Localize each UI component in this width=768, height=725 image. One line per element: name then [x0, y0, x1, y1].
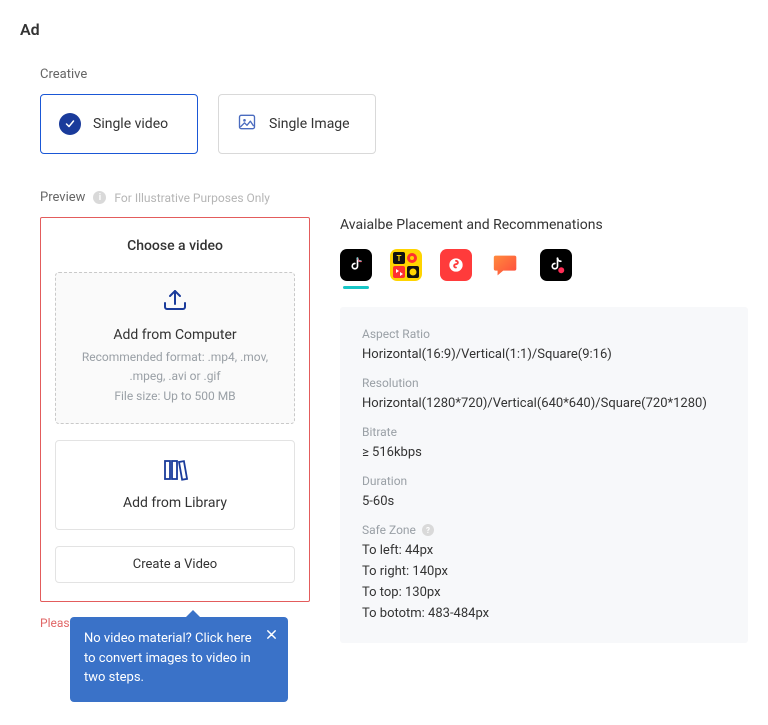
duration-label: Duration — [362, 474, 726, 488]
placement-icon-helo[interactable] — [440, 249, 472, 281]
safezone-left: To left: 44px — [362, 543, 726, 558]
placement-icon-tiktok[interactable] — [340, 249, 372, 281]
image-icon — [237, 112, 257, 136]
choose-a-video-title: Choose a video — [55, 238, 295, 254]
safezone-top: To top: 130px — [362, 585, 726, 600]
upload-icon — [70, 287, 280, 317]
tooltip-text: No video material? Click here to convert… — [84, 631, 252, 685]
safezone-label: Safe Zone ? — [362, 523, 726, 537]
create-video-label: Create a Video — [133, 557, 217, 572]
safezone-right: To right: 140px — [362, 564, 726, 579]
add-from-library-button[interactable]: Add from Library — [55, 440, 295, 530]
resolution-label: Resolution — [362, 376, 726, 390]
placement-icon-chat[interactable] — [490, 249, 522, 281]
preview-label: Preview — [40, 190, 85, 205]
creative-option-label: Single Image — [269, 116, 350, 132]
create-video-tooltip: No video material? Click here to convert… — [70, 617, 288, 702]
close-icon[interactable] — [262, 625, 280, 643]
page-title: Ad — [20, 20, 748, 39]
placement-icon-topbuzz[interactable]: T — [390, 249, 422, 281]
placement-icons-row: T — [340, 249, 748, 281]
preview-box: Choose a video Add from Computer Recomme… — [40, 217, 310, 602]
placement-icon-tiktok-alt[interactable] — [540, 249, 572, 281]
safezone-bottom: To bototm: 483-484px — [362, 606, 726, 621]
creative-option-single-video[interactable]: Single video — [40, 94, 198, 154]
aspect-ratio-label: Aspect Ratio — [362, 327, 726, 341]
bitrate-label: Bitrate — [362, 425, 726, 439]
create-video-button[interactable]: Create a Video — [55, 546, 295, 583]
info-icon: ? — [422, 524, 434, 536]
upload-hint-line2: .mpeg, .avi or .gif — [70, 368, 280, 385]
creative-options: Single video Single Image — [20, 94, 748, 154]
library-icon — [68, 459, 282, 485]
creative-option-label: Single video — [93, 116, 168, 132]
check-icon — [59, 113, 81, 135]
placements-title: Avaialbe Placement and Recommenations — [340, 217, 748, 233]
preview-header: Preview i For Illustrative Purposes Only — [20, 190, 748, 205]
preview-hint: For Illustrative Purposes Only — [114, 191, 270, 205]
duration-value: 5-60s — [362, 494, 726, 509]
upload-hint-line1: Recommended format: .mp4, .mov, — [70, 349, 280, 366]
upload-hint-line3: File size: Up to 500 MB — [70, 388, 280, 405]
creative-option-single-image[interactable]: Single Image — [218, 94, 376, 154]
resolution-value: Horizontal(1280*720)/Vertical(640*640)/S… — [362, 396, 726, 411]
info-icon: i — [93, 191, 106, 204]
add-from-library-label: Add from Library — [68, 495, 282, 511]
creative-section-label: Creative — [20, 67, 748, 82]
svg-text:T: T — [397, 254, 402, 263]
bitrate-value: ≥ 516kbps — [362, 445, 726, 460]
specs-panel: Aspect Ratio Horizontal(16:9)/Vertical(1… — [340, 307, 748, 643]
add-from-computer-button[interactable]: Add from Computer Recommended format: .m… — [55, 272, 295, 424]
aspect-ratio-value: Horizontal(16:9)/Vertical(1:1)/Square(9:… — [362, 347, 726, 362]
add-from-computer-label: Add from Computer — [70, 327, 280, 343]
